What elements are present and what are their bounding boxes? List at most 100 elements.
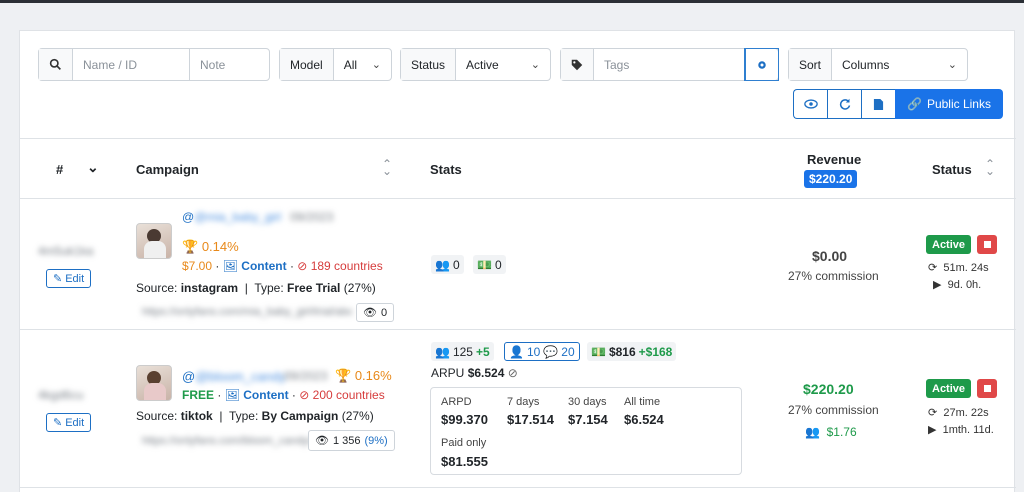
search-icon[interactable] (39, 49, 73, 80)
row-id: 4kgd6cu (38, 388, 84, 402)
fan-value-amount: $1.76 (826, 425, 857, 439)
campaign-link[interactable]: https://onlyfans.com/mia_baby_girl/trial… (142, 306, 353, 318)
arpu-label: ARPU (431, 366, 465, 380)
user-check-icon: 👤 (509, 344, 524, 359)
money-icon: 💵 (477, 257, 492, 272)
link-icon: 🔗 (907, 97, 922, 111)
chevron-down-icon: ⌄ (947, 59, 957, 71)
eye-slash-icon[interactable]: ⊘ (508, 366, 518, 380)
model-filter[interactable]: Model All ⌄ (279, 48, 392, 81)
money-icon: 💵 (591, 344, 606, 359)
table-header: # ⌄ Campaign ⌃ ⌄ Stats Revenue $220.20 St… (20, 138, 1016, 199)
sort-select[interactable]: Columns ⌄ (832, 49, 967, 80)
search-group: Name / ID Note (38, 48, 270, 81)
money-stat: 💵 $816 +$168 (587, 342, 677, 361)
handle-text: @bloom_candy (195, 369, 286, 384)
model-select[interactable]: All ⌄ (334, 49, 391, 80)
status-filter[interactable]: Status Active ⌄ (400, 48, 551, 81)
type-value: Free Trial (287, 281, 341, 295)
model-handle[interactable]: @@bloom_candy (182, 369, 286, 384)
export-csv-icon[interactable] (861, 89, 895, 119)
model-label: Model (280, 49, 334, 80)
status-badge[interactable]: Active (926, 379, 972, 398)
sort-icon[interactable]: ⌃ ⌄ (382, 158, 392, 177)
countries[interactable]: 189 countries (311, 259, 383, 273)
sort-filter[interactable]: Sort Columns ⌄ (788, 48, 968, 81)
source-value: tiktok (180, 409, 213, 423)
edit-button[interactable]: ✎ Edit (46, 269, 92, 288)
status-select[interactable]: Active ⌄ (456, 49, 550, 80)
source-type-line: Source: tiktok | Type: By Campaign (27%) (136, 409, 374, 423)
subscribers-count: 0 (452, 257, 460, 272)
subscribers-count: 125 (452, 344, 473, 359)
type-label: Type: (228, 409, 259, 423)
edit-button[interactable]: ✎ Edit (46, 413, 92, 432)
name-id-input[interactable]: Name / ID (73, 49, 190, 80)
row-revenue: $220.20 (803, 381, 854, 397)
model-handle[interactable]: @@mia_baby_girl (182, 210, 281, 224)
trophy-icon: 🏆 (335, 368, 352, 383)
content-link[interactable]: Content (241, 259, 286, 273)
status-badge[interactable]: Active (926, 235, 972, 254)
chat-icon: 💬 (543, 344, 559, 359)
source-label: Source: (136, 281, 178, 295)
ban-icon: ⊘ (297, 259, 308, 273)
refresh-icon[interactable] (827, 89, 861, 119)
chevron-down-icon[interactable]: ⌄ (87, 159, 99, 176)
active-subs-stat[interactable]: 👤 10 💬 20 (504, 342, 580, 361)
source-value: instagram (180, 281, 239, 295)
note-input[interactable]: Note (190, 49, 269, 80)
subscribers-delta: +5 (475, 344, 490, 359)
view-actions: 🔗 Public Links (793, 89, 1003, 119)
handle-text: @mia_baby_girl (194, 210, 282, 224)
views-chip: 👁 0 (356, 303, 395, 322)
paid-only-value: $81.555 (441, 454, 488, 469)
countries[interactable]: 200 countries (313, 388, 385, 402)
handle-date: 09/2023 (290, 210, 334, 224)
gear-icon[interactable] (744, 48, 779, 81)
timer-value: 51m. 24s (943, 262, 989, 274)
active-subs-count: 10 (526, 344, 541, 359)
users-icon: 👥 (805, 425, 820, 439)
timer-refresh: ⟳ 51m. 24s (928, 261, 989, 274)
col-number: # (56, 162, 64, 177)
d30-label: 30 days (568, 396, 607, 408)
type-pct: (27%) (341, 409, 374, 423)
source-label: Source: (136, 409, 178, 423)
col-campaign[interactable]: Campaign (136, 162, 199, 177)
arpu-value: $6.524 (467, 366, 505, 380)
handle-date: 09/2023 (284, 369, 328, 383)
timer-value: 1mth. 11d. (942, 424, 994, 436)
tags-input[interactable]: Tags (594, 49, 745, 80)
eye-icon[interactable] (793, 89, 827, 119)
content-link[interactable]: Content (243, 388, 288, 402)
subscribers-stat: 👥 0 (431, 255, 464, 274)
timer-value: 27m. 22s (943, 407, 989, 419)
sort-value: Columns (842, 57, 890, 72)
views-pct: (9%) (364, 434, 388, 447)
trophy-icon: 🏆 (182, 239, 199, 254)
stop-button[interactable] (977, 235, 997, 254)
money-delta: +$168 (638, 344, 673, 359)
fan-value: 👥 $1.76 (805, 425, 857, 439)
refresh-icon: ⟳ (928, 262, 938, 274)
money-value: $816 (608, 344, 636, 359)
commission: 27% commission (788, 403, 879, 417)
campaigns-panel: Name / ID Note Model All ⌄ Status Active… (19, 30, 1016, 492)
campaign-link[interactable]: https://onlyfans.com/bloom_candy/c (142, 435, 317, 447)
public-links-button[interactable]: 🔗 Public Links (895, 89, 1003, 119)
image-icon: 🖼 (224, 388, 240, 402)
arpd-value: $99.370 (441, 412, 488, 427)
timer-run: ▶ 9d. 0h. (933, 278, 981, 291)
offer-line: FREE · 🖼 Content · ⊘ 200 countries (182, 388, 385, 402)
status-label: Status (401, 49, 457, 80)
col-revenue[interactable]: Revenue (807, 152, 861, 167)
status-value: Active (466, 57, 499, 72)
sort-icon[interactable]: ⌃ ⌄ (985, 158, 995, 177)
col-status[interactable]: Status (932, 162, 972, 177)
stop-button[interactable] (977, 379, 997, 398)
timer-refresh: ⟳ 27m. 22s (928, 406, 989, 419)
timer-value: 9d. 0h. (947, 279, 982, 291)
chevron-down-icon: ⌄ (371, 59, 381, 71)
messages-count: 20 (561, 344, 575, 359)
